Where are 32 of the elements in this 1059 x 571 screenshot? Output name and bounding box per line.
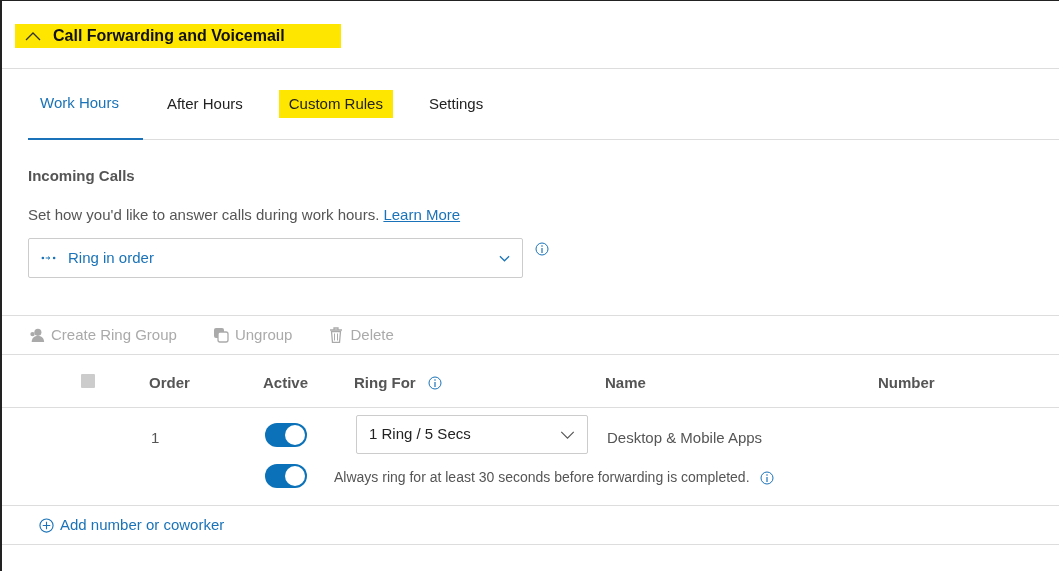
column-header: Name (605, 373, 646, 393)
chevron-down-icon (560, 430, 575, 439)
column-header: Ring For (354, 373, 416, 393)
info-icon (427, 376, 442, 391)
description-text: Set how you'd like to answer calls during work hours. (28, 204, 380, 225)
chevron-up-icon (25, 30, 41, 41)
learn-more-link[interactable]: Learn More (383, 203, 461, 226)
always-ring-text: Always ring for at least 30 seconds before forwarding is completed. (334, 468, 750, 487)
toggle-switch[interactable] (265, 464, 307, 488)
info-icon (759, 470, 774, 485)
dots-arrow-icon (41, 255, 56, 261)
toggle-switch[interactable] (265, 423, 307, 447)
tab[interactable]: Work Hours (28, 69, 143, 140)
ring-mode-dropdown[interactable]: Ring in order (28, 238, 523, 278)
add-person-icon (29, 327, 45, 343)
trash-icon (328, 327, 345, 343)
tab[interactable]: After Hours (152, 69, 265, 139)
column-header: Active (263, 373, 309, 393)
info-icon (535, 242, 549, 256)
add-number-link[interactable]: Add number or coworker (39, 513, 225, 537)
chevron-down-icon (499, 254, 510, 262)
ring-duration-select[interactable]: 1 Ring / 5 Secs (356, 415, 588, 454)
stacked-squares-icon (212, 327, 229, 343)
tab[interactable]: Settings (414, 69, 506, 139)
section-toggle[interactable]: Call Forwarding and Voicemail (15, 23, 341, 48)
column-header: Order (149, 373, 190, 393)
plus-circle-icon (39, 517, 54, 533)
section-heading: Incoming Calls (28, 166, 136, 186)
order-number: 1 (151, 428, 160, 448)
tab[interactable]: Custom Rules (274, 69, 405, 139)
device-name: Desktop & Mobile Apps (607, 428, 763, 448)
column-header: Number (878, 373, 935, 393)
